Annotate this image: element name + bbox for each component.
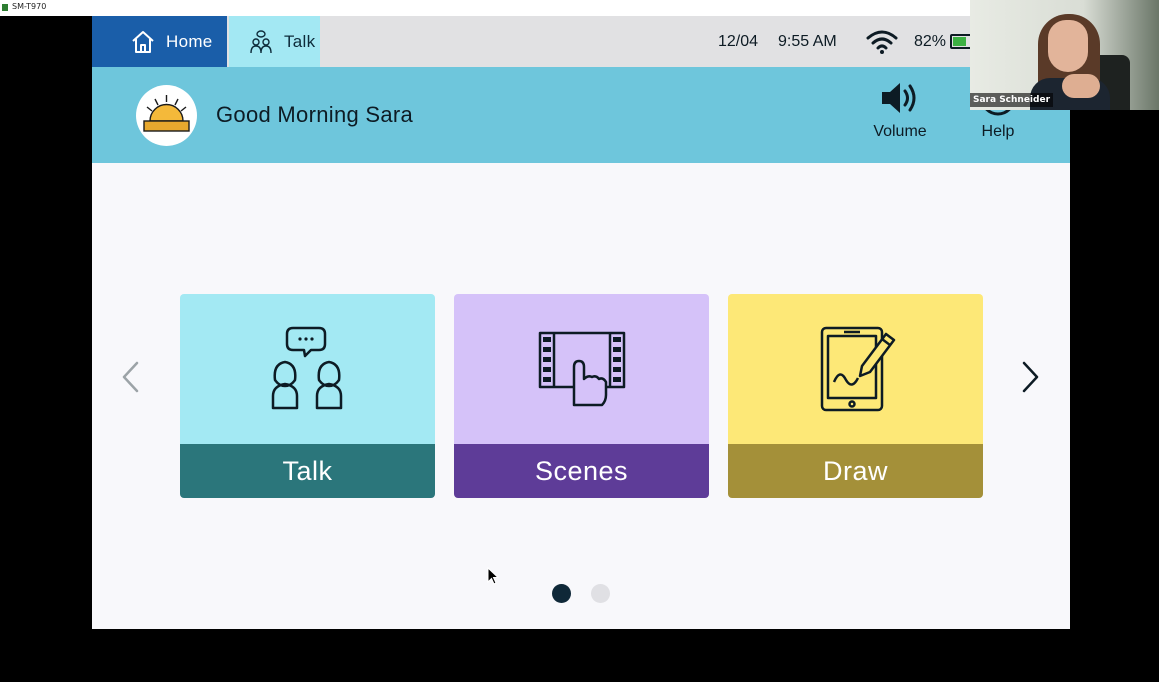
video-person-hand xyxy=(1062,74,1100,98)
status-date: 12/04 xyxy=(718,32,759,50)
sunrise-icon xyxy=(136,85,197,146)
draw-card[interactable]: Draw xyxy=(728,294,983,498)
wifi-icon xyxy=(866,16,898,67)
window-title: SM-T970 xyxy=(12,2,47,11)
page-indicator xyxy=(552,584,612,604)
home-icon xyxy=(132,30,154,53)
draw-card-label: Draw xyxy=(728,444,983,498)
video-person-face xyxy=(1048,20,1088,72)
talk-people-icon xyxy=(271,326,342,410)
talk-card-icon-area xyxy=(180,294,435,444)
greeting-text: Good Morning Sara xyxy=(216,102,414,127)
help-label: Help xyxy=(981,123,1015,140)
talk-card[interactable]: Talk xyxy=(180,294,435,498)
page-dot[interactable] xyxy=(591,584,610,603)
greeting-header: Good Morning Sara Volume Help xyxy=(92,67,1070,163)
scenes-card-icon-area xyxy=(454,294,709,444)
participant-name: Sara Schneider xyxy=(970,93,1054,107)
previous-page-arrow-icon[interactable] xyxy=(119,360,143,394)
video-call-thumbnail: Sara Schneider xyxy=(970,0,1159,110)
tab-home[interactable]: Home xyxy=(92,16,227,67)
scenes-card[interactable]: Scenes xyxy=(454,294,709,498)
volume-label: Volume xyxy=(873,123,927,140)
talk-card-label: Talk xyxy=(180,444,435,498)
volume-icon xyxy=(882,83,916,113)
status-time: 9:55 AM xyxy=(778,32,837,50)
tab-home-label: Home xyxy=(166,31,213,51)
app-icon xyxy=(2,4,8,11)
battery-percent: 82% xyxy=(914,32,947,50)
battery-status: 82% xyxy=(914,16,975,67)
tab-talk[interactable]: Talk xyxy=(229,16,320,67)
scenes-film-icon xyxy=(538,331,625,407)
mouse-cursor-icon xyxy=(487,567,499,585)
tab-talk-label: Talk xyxy=(284,31,316,51)
volume-button[interactable]: Volume xyxy=(860,79,940,151)
top-bar: Home Talk 12/04 9:55 AM 82% xyxy=(92,16,1070,67)
talk-people-icon xyxy=(250,29,272,53)
page-dot-active[interactable] xyxy=(552,584,571,603)
draw-card-icon-area xyxy=(728,294,983,444)
scenes-card-label: Scenes xyxy=(454,444,709,498)
next-page-arrow-icon[interactable] xyxy=(1018,360,1042,394)
tablet-app: Home Talk 12/04 9:55 AM 82% Good Morning… xyxy=(92,16,1070,629)
battery-fill xyxy=(953,37,967,46)
tablet-pencil-icon xyxy=(820,326,895,412)
